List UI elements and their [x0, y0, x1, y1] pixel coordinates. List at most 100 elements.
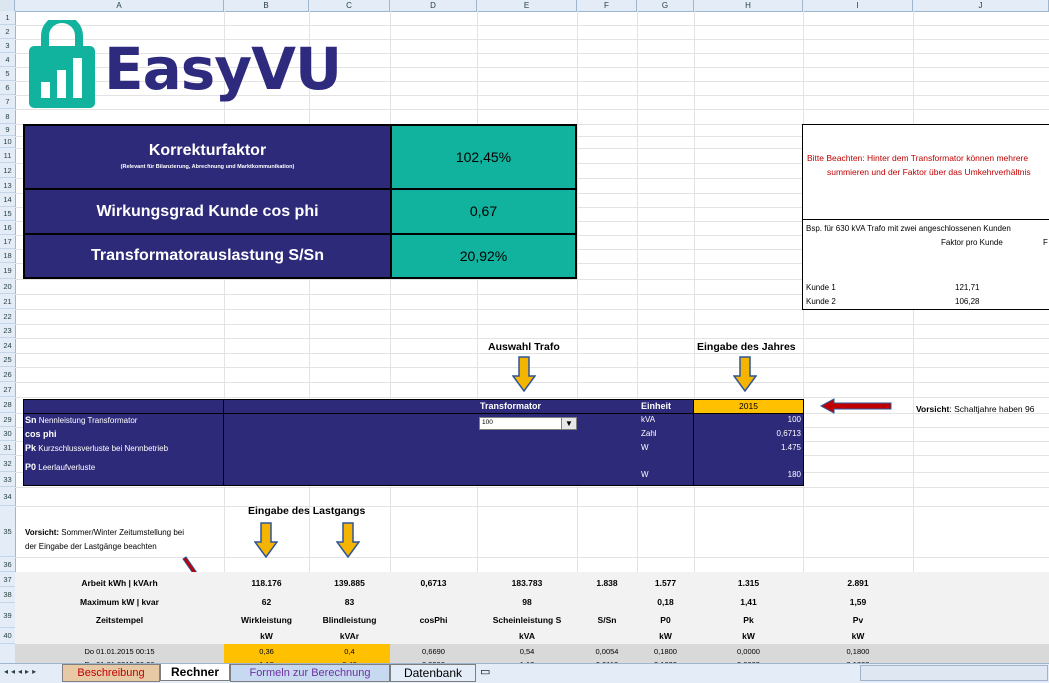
- data-cell[interactable]: 0,36: [224, 647, 309, 656]
- tab-datenbank[interactable]: Datenbank: [390, 664, 476, 682]
- data-cell[interactable]: 0,54: [477, 647, 577, 656]
- data-cell[interactable]: 0,0054: [577, 647, 637, 656]
- row-header[interactable]: 37: [0, 572, 15, 587]
- row-header[interactable]: 5: [0, 67, 15, 81]
- row-header[interactable]: 36: [0, 557, 15, 572]
- row-header[interactable]: 9: [0, 124, 15, 136]
- row-header[interactable]: 13: [0, 178, 15, 193]
- data-cell[interactable]: Do 01.01.2015 00:15: [15, 647, 224, 656]
- row-header[interactable]: 10: [0, 136, 15, 148]
- row-header[interactable]: 16: [0, 221, 15, 235]
- row-header[interactable]: 28: [0, 397, 15, 413]
- row-header[interactable]: 20: [0, 279, 15, 294]
- vorsicht-sommer-line1: Vorsicht: Sommer/Winter Zeitumstellung b…: [25, 528, 185, 537]
- row-header[interactable]: 19: [0, 263, 15, 279]
- column-header-f[interactable]: F: [577, 0, 637, 11]
- row-header[interactable]: 7: [0, 95, 15, 109]
- note-example: Bsp. für 630 kVA Trafo mit zwei angeschl…: [806, 224, 1011, 233]
- row-header[interactable]: 25: [0, 353, 15, 367]
- row-header[interactable]: 33: [0, 472, 15, 487]
- tab-nav-arrows-icon[interactable]: ◂◂◂▸▸: [4, 667, 39, 676]
- select-all-corner[interactable]: [0, 0, 15, 11]
- row-header[interactable]: 1: [0, 11, 15, 25]
- row-header[interactable]: 27: [0, 382, 15, 397]
- chevron-down-icon[interactable]: ▼: [561, 418, 576, 429]
- row-header[interactable]: 2: [0, 25, 15, 39]
- summary-value: 1.577: [654, 578, 677, 588]
- data-cell[interactable]: 0,1800: [637, 647, 694, 656]
- kpi-korrektur-label: Korrekturfaktor: [148, 142, 267, 159]
- row-header[interactable]: 26: [0, 367, 15, 382]
- row-header[interactable]: 11: [0, 148, 15, 163]
- arrow-left-icon: [820, 398, 892, 414]
- trafo-param-unit: W: [641, 443, 649, 452]
- column-title: S/Sn: [597, 615, 617, 625]
- tab-rechner[interactable]: Rechner: [160, 664, 230, 681]
- arrow-down-icon: [254, 522, 278, 558]
- row-header[interactable]: 23: [0, 324, 15, 338]
- summary-value: 118.176: [251, 578, 282, 588]
- summary-value: 139.885: [334, 578, 365, 588]
- eingabe-jahres-label: Eingabe des Jahres: [697, 341, 796, 353]
- kpi-auslastung-label: Transformatorauslastung S/Sn: [23, 233, 392, 279]
- year-input[interactable]: 2015: [694, 400, 803, 413]
- column-header-e[interactable]: E: [477, 0, 577, 11]
- column-header-i[interactable]: I: [803, 0, 913, 11]
- column-header-bar: A B C D E F G H I J: [0, 0, 1049, 12]
- column-header-j[interactable]: J: [913, 0, 1049, 11]
- note-line2: summieren und der Faktor über das Umkehr…: [827, 167, 1031, 177]
- row-header[interactable]: 12: [0, 163, 15, 178]
- column-header-b[interactable]: B: [224, 0, 309, 11]
- trafo-param-value: 100: [787, 415, 801, 424]
- row-header[interactable]: 38: [0, 587, 15, 603]
- summary-value: 1.315: [737, 578, 760, 588]
- row-header[interactable]: 30: [0, 427, 15, 441]
- row-header[interactable]: 35: [0, 506, 15, 557]
- row-header[interactable]: 24: [0, 338, 15, 353]
- row-header[interactable]: 34: [0, 487, 15, 506]
- row-header[interactable]: 18: [0, 249, 15, 263]
- trafo-param-value: 180: [787, 470, 801, 479]
- note-faktor-header: Faktor pro Kunde: [941, 238, 1003, 247]
- row-header[interactable]: 14: [0, 193, 15, 207]
- row-header[interactable]: 40: [0, 628, 15, 644]
- row-header[interactable]: 6: [0, 81, 15, 95]
- summary-value: 1,41: [740, 597, 757, 607]
- column-header-c[interactable]: C: [309, 0, 390, 11]
- data-cell[interactable]: 0,1800: [803, 647, 913, 656]
- summary-value: 83: [344, 597, 355, 607]
- row-header[interactable]: 4: [0, 53, 15, 67]
- column-header-g[interactable]: G: [637, 0, 694, 11]
- data-cell[interactable]: 0,6690: [390, 647, 477, 656]
- column-unit: kVAr: [339, 631, 360, 641]
- column-title: Zeitstempel: [95, 615, 144, 625]
- logo-bag-icon: [27, 15, 97, 110]
- note-box: Bitte Beachten: Hinter dem Transformator…: [802, 124, 1049, 310]
- kpi-cosphi-value[interactable]: 0,67: [390, 188, 577, 235]
- trafo-dropdown[interactable]: 100 ▼: [479, 417, 577, 430]
- data-cell[interactable]: 0,4: [309, 647, 390, 656]
- row-header[interactable]: 31: [0, 441, 15, 455]
- column-header-a[interactable]: A: [15, 0, 224, 11]
- row-header[interactable]: 39: [0, 603, 15, 628]
- row-header[interactable]: 17: [0, 235, 15, 249]
- row-header[interactable]: 8: [0, 109, 15, 124]
- column-header-h[interactable]: H: [694, 0, 803, 11]
- new-sheet-icon[interactable]: ▭: [480, 665, 498, 679]
- row-header[interactable]: 29: [0, 413, 15, 427]
- row-header[interactable]: 22: [0, 309, 15, 324]
- kpi-auslastung-value[interactable]: 20,92%: [390, 233, 577, 279]
- row-header[interactable]: 3: [0, 39, 15, 53]
- row-header[interactable]: 32: [0, 455, 15, 472]
- tab-beschreibung[interactable]: Beschreibung: [62, 664, 160, 682]
- data-cell[interactable]: 0,0000: [694, 647, 803, 656]
- horizontal-scrollbar[interactable]: [860, 665, 1048, 681]
- kpi-korrektur-value[interactable]: 102,45%: [390, 124, 577, 190]
- trafo-param-label: cos phi: [25, 429, 57, 439]
- row-header[interactable]: 21: [0, 294, 15, 309]
- column-header-d[interactable]: D: [390, 0, 477, 11]
- tab-formeln[interactable]: Formeln zur Berechnung: [230, 664, 390, 682]
- column-unit: kVA: [519, 631, 535, 641]
- kpi-korrektur-sub: (Relevant für Bilanzierung, Abrechnung u…: [120, 164, 295, 170]
- row-header[interactable]: 15: [0, 207, 15, 221]
